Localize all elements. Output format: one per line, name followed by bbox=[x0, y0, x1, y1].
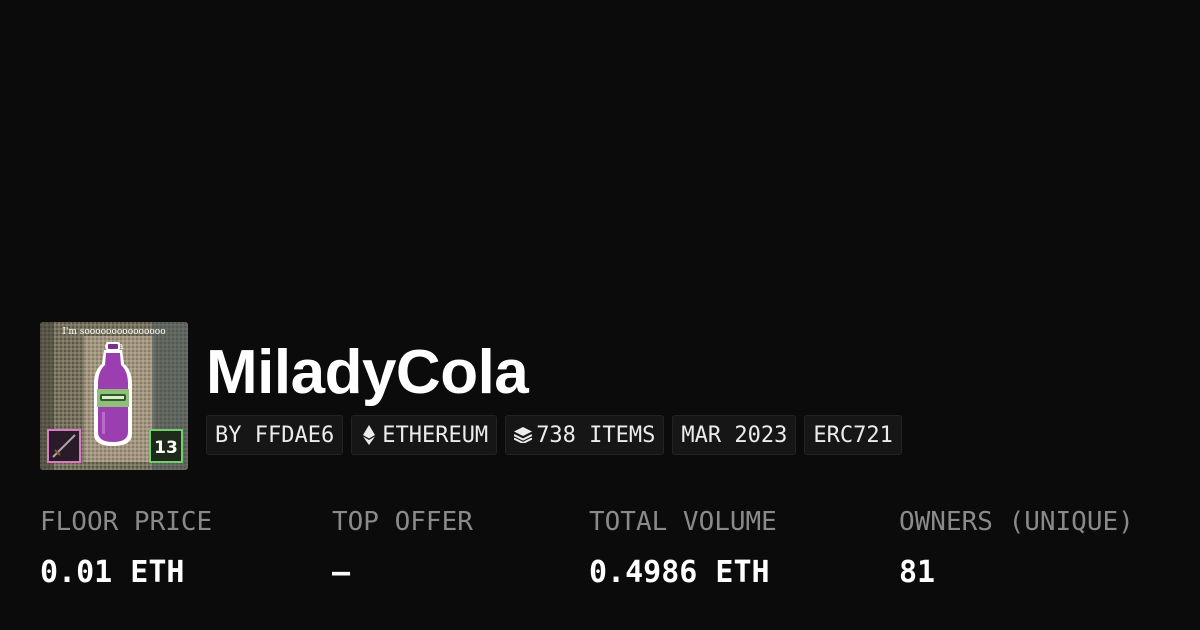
thumbnail-caption-line1: I'm sooooooooooooooo bbox=[62, 327, 165, 337]
top-offer-stat: TOP OFFER — bbox=[332, 505, 473, 593]
items-chip-label: 738 ITEMS bbox=[536, 422, 656, 448]
total-volume-stat: TOTAL VOLUME 0.4986 ETH bbox=[589, 505, 777, 593]
total-volume-value: 0.4986 ETH bbox=[589, 555, 770, 590]
total-volume-label: TOTAL VOLUME bbox=[589, 507, 777, 537]
collection-title: MiladyCola bbox=[206, 338, 529, 407]
ethereum-icon bbox=[360, 424, 378, 446]
floor-price-label: FLOOR PRICE bbox=[40, 507, 213, 537]
standard-chip-label: ERC721 bbox=[813, 422, 893, 448]
owners-value: 81 bbox=[899, 555, 936, 590]
collection-meta-chips: BY FFDAE6 ETHEREUM 738 ITEMS MAR 2023 ER… bbox=[206, 415, 902, 455]
chain-chip[interactable]: ETHEREUM bbox=[351, 415, 498, 455]
chain-chip-label: ETHEREUM bbox=[382, 422, 489, 448]
top-offer-value: — bbox=[332, 555, 351, 590]
level-badge-number: 13 bbox=[154, 438, 178, 458]
items-chip[interactable]: 738 ITEMS bbox=[505, 415, 665, 455]
sword-card-icon bbox=[47, 429, 81, 463]
creator-chip[interactable]: BY FFDAE6 bbox=[206, 415, 344, 455]
top-offer-label: TOP OFFER bbox=[332, 507, 473, 537]
standard-chip: ERC721 bbox=[804, 415, 902, 455]
creator-chip-label: BY FFDAE6 bbox=[215, 422, 335, 448]
date-chip: MAR 2023 bbox=[672, 415, 797, 455]
floor-price-value: 0.01 ETH bbox=[40, 555, 185, 590]
owners-label: OWNERS (UNIQUE) bbox=[899, 507, 1134, 537]
level-badge: 13 bbox=[149, 429, 183, 463]
layers-icon bbox=[514, 424, 533, 446]
owners-stat: OWNERS (UNIQUE) 81 bbox=[899, 505, 1134, 593]
date-chip-label: MAR 2023 bbox=[681, 422, 788, 448]
floor-price-stat: FLOOR PRICE 0.01 ETH bbox=[40, 505, 212, 593]
collection-thumbnail: I'm sooooooooooooooo cola 13 bbox=[40, 322, 188, 470]
